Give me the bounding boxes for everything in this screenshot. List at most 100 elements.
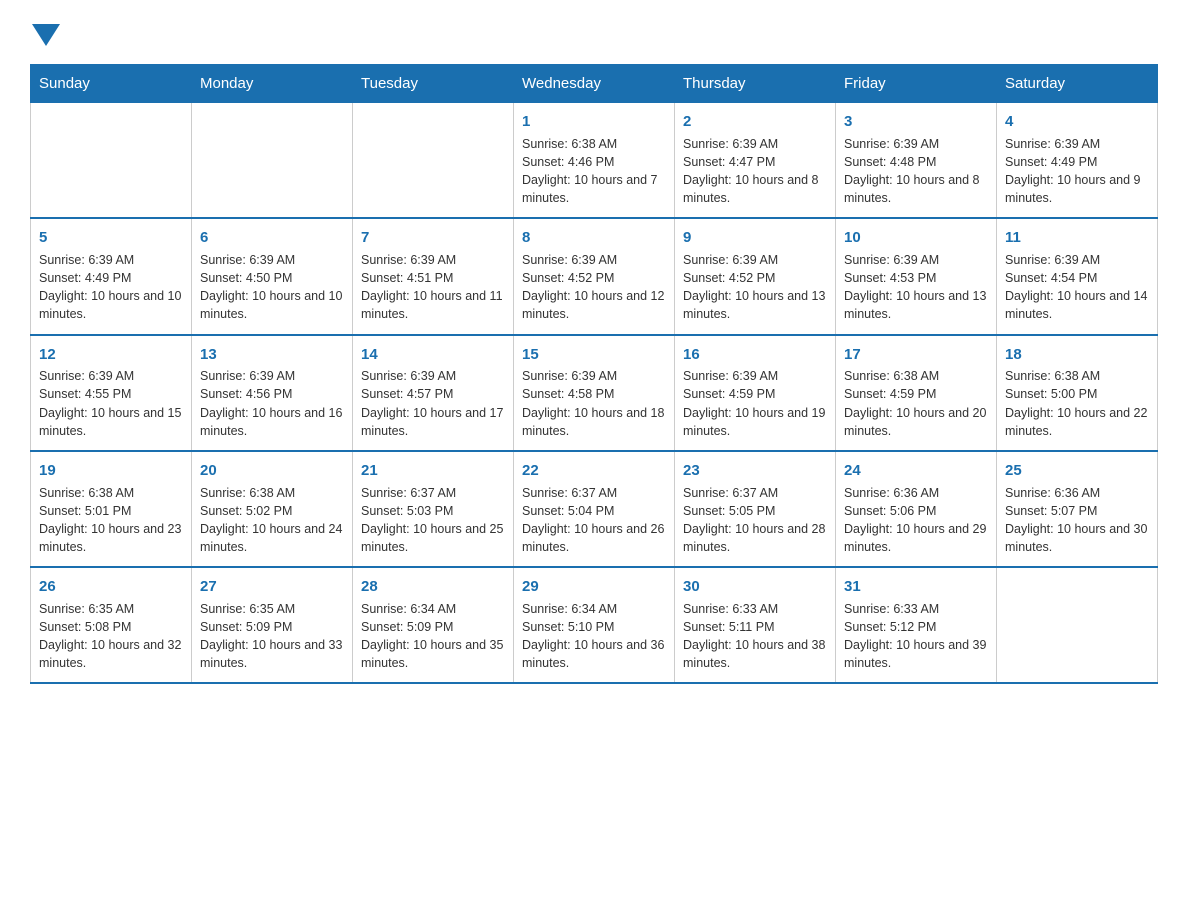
- calendar-cell: 10Sunrise: 6:39 AM Sunset: 4:53 PM Dayli…: [836, 218, 997, 334]
- day-number: 1: [522, 111, 666, 133]
- day-number: 16: [683, 344, 827, 366]
- day-number: 4: [1005, 111, 1149, 133]
- day-number: 26: [39, 576, 183, 598]
- calendar-cell: [997, 567, 1158, 683]
- calendar-week-row: 1Sunrise: 6:38 AM Sunset: 4:46 PM Daylig…: [31, 103, 1158, 219]
- day-number: 31: [844, 576, 988, 598]
- day-info: Sunrise: 6:38 AM Sunset: 4:59 PM Dayligh…: [844, 367, 988, 440]
- calendar-header-row: SundayMondayTuesdayWednesdayThursdayFrid…: [31, 65, 1158, 103]
- day-number: 17: [844, 344, 988, 366]
- day-number: 25: [1005, 460, 1149, 482]
- day-number: 28: [361, 576, 505, 598]
- calendar-cell: 5Sunrise: 6:39 AM Sunset: 4:49 PM Daylig…: [31, 218, 192, 334]
- calendar-cell: 26Sunrise: 6:35 AM Sunset: 5:08 PM Dayli…: [31, 567, 192, 683]
- calendar-cell: 1Sunrise: 6:38 AM Sunset: 4:46 PM Daylig…: [514, 103, 675, 219]
- day-info: Sunrise: 6:39 AM Sunset: 4:58 PM Dayligh…: [522, 367, 666, 440]
- day-info: Sunrise: 6:39 AM Sunset: 4:49 PM Dayligh…: [39, 251, 183, 324]
- day-number: 3: [844, 111, 988, 133]
- calendar-cell: 2Sunrise: 6:39 AM Sunset: 4:47 PM Daylig…: [675, 103, 836, 219]
- day-info: Sunrise: 6:39 AM Sunset: 4:59 PM Dayligh…: [683, 367, 827, 440]
- calendar-cell: 27Sunrise: 6:35 AM Sunset: 5:09 PM Dayli…: [192, 567, 353, 683]
- day-info: Sunrise: 6:36 AM Sunset: 5:06 PM Dayligh…: [844, 484, 988, 557]
- calendar-cell: 31Sunrise: 6:33 AM Sunset: 5:12 PM Dayli…: [836, 567, 997, 683]
- day-number: 19: [39, 460, 183, 482]
- day-info: Sunrise: 6:39 AM Sunset: 4:55 PM Dayligh…: [39, 367, 183, 440]
- day-number: 24: [844, 460, 988, 482]
- day-info: Sunrise: 6:37 AM Sunset: 5:05 PM Dayligh…: [683, 484, 827, 557]
- day-info: Sunrise: 6:39 AM Sunset: 4:56 PM Dayligh…: [200, 367, 344, 440]
- calendar-cell: 15Sunrise: 6:39 AM Sunset: 4:58 PM Dayli…: [514, 335, 675, 451]
- calendar-week-row: 5Sunrise: 6:39 AM Sunset: 4:49 PM Daylig…: [31, 218, 1158, 334]
- calendar-cell: 18Sunrise: 6:38 AM Sunset: 5:00 PM Dayli…: [997, 335, 1158, 451]
- calendar-cell: 20Sunrise: 6:38 AM Sunset: 5:02 PM Dayli…: [192, 451, 353, 567]
- day-number: 8: [522, 227, 666, 249]
- calendar-cell: 24Sunrise: 6:36 AM Sunset: 5:06 PM Dayli…: [836, 451, 997, 567]
- day-info: Sunrise: 6:36 AM Sunset: 5:07 PM Dayligh…: [1005, 484, 1149, 557]
- calendar-table: SundayMondayTuesdayWednesdayThursdayFrid…: [30, 64, 1158, 684]
- page-header: [30, 20, 1158, 46]
- day-info: Sunrise: 6:38 AM Sunset: 4:46 PM Dayligh…: [522, 135, 666, 208]
- logo-triangle-icon: [32, 24, 60, 46]
- day-info: Sunrise: 6:34 AM Sunset: 5:10 PM Dayligh…: [522, 600, 666, 673]
- calendar-cell: 12Sunrise: 6:39 AM Sunset: 4:55 PM Dayli…: [31, 335, 192, 451]
- calendar-cell: 7Sunrise: 6:39 AM Sunset: 4:51 PM Daylig…: [353, 218, 514, 334]
- day-info: Sunrise: 6:35 AM Sunset: 5:08 PM Dayligh…: [39, 600, 183, 673]
- calendar-cell: [192, 103, 353, 219]
- calendar-cell: 4Sunrise: 6:39 AM Sunset: 4:49 PM Daylig…: [997, 103, 1158, 219]
- day-number: 21: [361, 460, 505, 482]
- day-number: 29: [522, 576, 666, 598]
- day-info: Sunrise: 6:39 AM Sunset: 4:54 PM Dayligh…: [1005, 251, 1149, 324]
- day-number: 22: [522, 460, 666, 482]
- day-number: 15: [522, 344, 666, 366]
- calendar-cell: 21Sunrise: 6:37 AM Sunset: 5:03 PM Dayli…: [353, 451, 514, 567]
- day-info: Sunrise: 6:38 AM Sunset: 5:01 PM Dayligh…: [39, 484, 183, 557]
- calendar-cell: 17Sunrise: 6:38 AM Sunset: 4:59 PM Dayli…: [836, 335, 997, 451]
- calendar-cell: 19Sunrise: 6:38 AM Sunset: 5:01 PM Dayli…: [31, 451, 192, 567]
- calendar-cell: 30Sunrise: 6:33 AM Sunset: 5:11 PM Dayli…: [675, 567, 836, 683]
- day-number: 13: [200, 344, 344, 366]
- header-sunday: Sunday: [31, 65, 192, 103]
- header-friday: Friday: [836, 65, 997, 103]
- calendar-cell: 13Sunrise: 6:39 AM Sunset: 4:56 PM Dayli…: [192, 335, 353, 451]
- calendar-cell: 11Sunrise: 6:39 AM Sunset: 4:54 PM Dayli…: [997, 218, 1158, 334]
- calendar-cell: 22Sunrise: 6:37 AM Sunset: 5:04 PM Dayli…: [514, 451, 675, 567]
- day-number: 12: [39, 344, 183, 366]
- day-info: Sunrise: 6:39 AM Sunset: 4:53 PM Dayligh…: [844, 251, 988, 324]
- day-info: Sunrise: 6:39 AM Sunset: 4:50 PM Dayligh…: [200, 251, 344, 324]
- header-wednesday: Wednesday: [514, 65, 675, 103]
- day-number: 5: [39, 227, 183, 249]
- day-info: Sunrise: 6:39 AM Sunset: 4:57 PM Dayligh…: [361, 367, 505, 440]
- day-number: 9: [683, 227, 827, 249]
- calendar-cell: 8Sunrise: 6:39 AM Sunset: 4:52 PM Daylig…: [514, 218, 675, 334]
- day-info: Sunrise: 6:37 AM Sunset: 5:04 PM Dayligh…: [522, 484, 666, 557]
- calendar-cell: [31, 103, 192, 219]
- day-info: Sunrise: 6:39 AM Sunset: 4:51 PM Dayligh…: [361, 251, 505, 324]
- calendar-cell: 14Sunrise: 6:39 AM Sunset: 4:57 PM Dayli…: [353, 335, 514, 451]
- day-number: 7: [361, 227, 505, 249]
- calendar-cell: 6Sunrise: 6:39 AM Sunset: 4:50 PM Daylig…: [192, 218, 353, 334]
- day-number: 30: [683, 576, 827, 598]
- day-info: Sunrise: 6:39 AM Sunset: 4:52 PM Dayligh…: [522, 251, 666, 324]
- day-number: 6: [200, 227, 344, 249]
- calendar-cell: [353, 103, 514, 219]
- day-info: Sunrise: 6:38 AM Sunset: 5:02 PM Dayligh…: [200, 484, 344, 557]
- day-number: 10: [844, 227, 988, 249]
- header-saturday: Saturday: [997, 65, 1158, 103]
- day-info: Sunrise: 6:39 AM Sunset: 4:49 PM Dayligh…: [1005, 135, 1149, 208]
- day-info: Sunrise: 6:39 AM Sunset: 4:52 PM Dayligh…: [683, 251, 827, 324]
- day-info: Sunrise: 6:38 AM Sunset: 5:00 PM Dayligh…: [1005, 367, 1149, 440]
- calendar-cell: 3Sunrise: 6:39 AM Sunset: 4:48 PM Daylig…: [836, 103, 997, 219]
- day-number: 14: [361, 344, 505, 366]
- calendar-week-row: 19Sunrise: 6:38 AM Sunset: 5:01 PM Dayli…: [31, 451, 1158, 567]
- day-info: Sunrise: 6:33 AM Sunset: 5:11 PM Dayligh…: [683, 600, 827, 673]
- calendar-cell: 9Sunrise: 6:39 AM Sunset: 4:52 PM Daylig…: [675, 218, 836, 334]
- day-info: Sunrise: 6:37 AM Sunset: 5:03 PM Dayligh…: [361, 484, 505, 557]
- day-info: Sunrise: 6:34 AM Sunset: 5:09 PM Dayligh…: [361, 600, 505, 673]
- calendar-cell: 25Sunrise: 6:36 AM Sunset: 5:07 PM Dayli…: [997, 451, 1158, 567]
- logo: [30, 20, 62, 46]
- day-number: 2: [683, 111, 827, 133]
- header-thursday: Thursday: [675, 65, 836, 103]
- day-info: Sunrise: 6:39 AM Sunset: 4:48 PM Dayligh…: [844, 135, 988, 208]
- calendar-week-row: 26Sunrise: 6:35 AM Sunset: 5:08 PM Dayli…: [31, 567, 1158, 683]
- calendar-cell: 16Sunrise: 6:39 AM Sunset: 4:59 PM Dayli…: [675, 335, 836, 451]
